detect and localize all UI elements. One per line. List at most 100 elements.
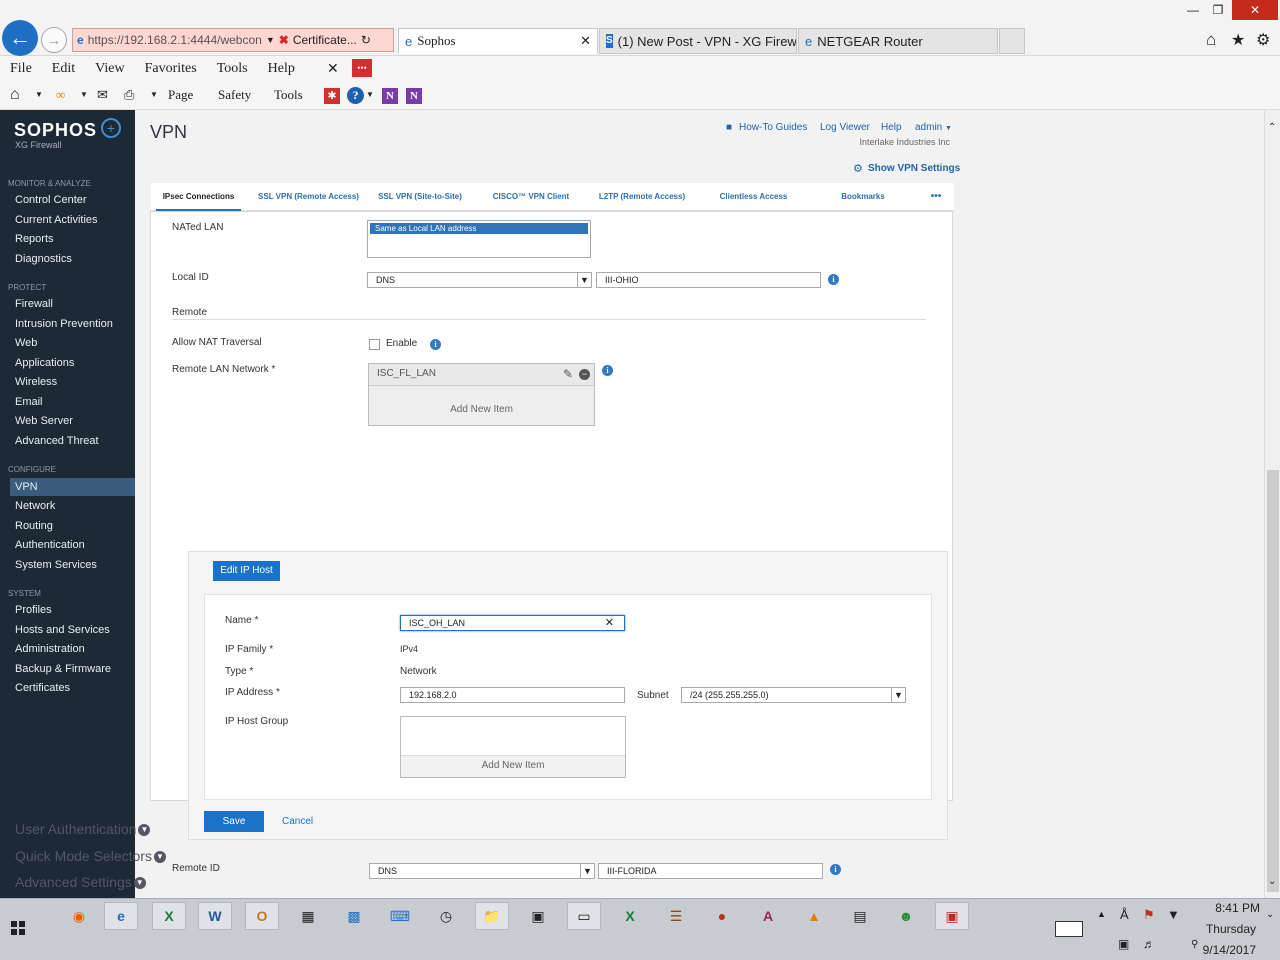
sidebar-item-network[interactable]: Network [0, 497, 135, 515]
maximize-button[interactable]: ❐ [1203, 0, 1233, 20]
new-tab-button[interactable] [999, 28, 1025, 54]
calculator-icon[interactable]: ▦ [291, 902, 325, 930]
tab-bookmarks[interactable]: Bookmarks [823, 183, 903, 211]
outlook-icon[interactable]: O [245, 902, 279, 930]
close-window-button[interactable]: ✕ [1232, 0, 1278, 20]
tab-cisco-vpn-client[interactable]: CISCO™ VPN Client [485, 183, 577, 211]
address-bar[interactable]: e https://192.168.2.1:4444/webcon ▼ ✖ Ce… [72, 28, 394, 52]
tab-ssl-vpn-remote[interactable]: SSL VPN (Remote Access) [256, 183, 361, 211]
scroll-down-icon[interactable]: ⌄ [1268, 876, 1276, 887]
settings-gear-icon[interactable]: ⚙ [1256, 30, 1270, 50]
tab-clientless-access[interactable]: Clientless Access [711, 183, 796, 211]
tab-l2tp[interactable]: L2TP (Remote Access) [591, 183, 693, 211]
keyboard-tool-icon[interactable]: ⌨ [383, 902, 417, 930]
sidebar-item-diagnostics[interactable]: Diagnostics [0, 250, 135, 268]
remote-id-type-select[interactable]: DNS ▼ [369, 863, 595, 879]
page-menu[interactable]: Page [168, 87, 193, 103]
edit-pencil-icon[interactable]: ✎ [563, 367, 573, 381]
save-button[interactable]: Save [204, 811, 264, 832]
menu-edit[interactable]: Edit [52, 61, 75, 77]
extension-icon[interactable]: ••• [352, 59, 372, 77]
ip-address-input[interactable]: 192.168.2.0 [400, 687, 625, 703]
red-app-icon[interactable]: ▣ [935, 902, 969, 930]
sidebar-item-wireless[interactable]: Wireless [0, 373, 135, 391]
show-vpn-settings-link[interactable]: Show VPN Settings [868, 163, 960, 174]
dropdown-icon[interactable]: ▼ [150, 90, 158, 99]
chevron-down-icon[interactable]: ▼ [580, 864, 594, 878]
books-icon[interactable]: ☰ [659, 902, 693, 930]
sidebar-item-web-server[interactable]: Web Server [0, 412, 135, 430]
close-tab-icon[interactable]: ✕ [580, 33, 591, 49]
chevron-down-icon[interactable]: ▼ [945, 125, 952, 132]
sidebar-item-intrusion-prevention[interactable]: Intrusion Prevention [0, 315, 135, 333]
chevron-down-icon[interactable]: ▼ [577, 273, 591, 287]
sidebar-item-control-center[interactable]: Control Center [0, 191, 135, 209]
windows-start-icon[interactable] [11, 921, 25, 935]
volume-icon[interactable]: ♬ [1143, 937, 1155, 951]
file-explorer-icon[interactable]: 📁 [475, 902, 509, 930]
sidebar-item-email[interactable]: Email [0, 393, 135, 411]
local-id-input[interactable]: III-OHIO [596, 272, 821, 288]
help-link[interactable]: Help [881, 122, 902, 133]
tab-more[interactable]: ••• [921, 183, 951, 211]
firefox-icon[interactable]: ◉ [62, 902, 96, 930]
vertical-scrollbar[interactable]: ⌃ ⌄ [1264, 110, 1280, 898]
network-tool-icon[interactable]: ▩ [337, 902, 371, 930]
menu-tools[interactable]: Tools [217, 61, 248, 77]
excel-viewer-icon[interactable]: X [613, 902, 647, 930]
admin-menu[interactable]: admin [915, 122, 942, 133]
sidebar-item-advanced-threat[interactable]: Advanced Threat [0, 432, 135, 450]
excel-icon[interactable]: X [152, 902, 186, 930]
sidebar-item-certificates[interactable]: Certificates [0, 679, 135, 697]
access-icon[interactable]: A [751, 902, 785, 930]
nated-lan-option[interactable]: Same as Local LAN address [370, 223, 588, 234]
print-icon[interactable]: ⎙ [124, 87, 134, 103]
onenote-linked-icon[interactable]: N [406, 88, 422, 104]
dropdown-icon[interactable]: ▼ [366, 90, 374, 99]
sidebar-item-current-activities[interactable]: Current Activities [0, 211, 135, 229]
close-menu-icon[interactable]: ✕ [327, 61, 339, 78]
info-icon[interactable]: i [430, 339, 441, 350]
cancel-button[interactable]: Cancel [282, 816, 313, 827]
clock-date[interactable]: 9/14/2017 [1196, 943, 1256, 957]
gear-icon[interactable]: ⚙ [853, 162, 863, 175]
game-icon[interactable]: ☻ [889, 902, 923, 930]
cert-error-label[interactable]: Certificate... [293, 33, 357, 47]
remote-desktop-icon[interactable]: ▣ [521, 902, 555, 930]
sidebar-item-applications[interactable]: Applications [0, 354, 135, 372]
refresh-icon[interactable]: ↻ [361, 33, 371, 47]
menu-help[interactable]: Help [268, 61, 295, 77]
menu-view[interactable]: View [95, 61, 124, 77]
local-id-type-select[interactable]: DNS ▼ [367, 272, 592, 288]
safety-menu[interactable]: Safety [218, 87, 251, 103]
chevron-down-icon[interactable]: ▼ [153, 851, 166, 864]
advanced-settings-section[interactable]: Advanced Settings ▼ [15, 874, 146, 890]
sidebar-item-routing[interactable]: Routing [0, 517, 135, 535]
bluetooth-icon[interactable]: Å [1120, 907, 1129, 922]
show-hidden-icons[interactable]: ▲ [1097, 909, 1106, 919]
sidebar-item-backup-firmware[interactable]: Backup & Firmware [0, 660, 135, 678]
video-camera-icon[interactable]: ■ [726, 122, 732, 133]
remove-icon[interactable]: − [579, 369, 590, 380]
touch-keyboard-icon[interactable] [1055, 921, 1083, 937]
info-icon[interactable]: i [602, 365, 613, 376]
back-arrow-icon[interactable]: ← [2, 20, 38, 56]
cert-error-icon[interactable]: ✖ [279, 33, 289, 47]
chevron-down-icon[interactable]: ▼ [891, 688, 905, 702]
show-desktop-icon[interactable]: ⌄ [1266, 909, 1274, 920]
add-new-item-button[interactable]: Add New Item [369, 404, 594, 415]
sidebar-item-authentication[interactable]: Authentication [0, 536, 135, 554]
rss-feed-icon[interactable]: ∞ [56, 87, 65, 103]
home-cmd-icon[interactable]: ⌂ [10, 86, 20, 104]
action-center-icon[interactable]: ⚑ [1143, 907, 1155, 923]
wifi-icon[interactable]: ▼ [1167, 907, 1180, 922]
info-icon[interactable]: i [828, 274, 839, 285]
user-authentication-section[interactable]: User Authentication ▼ [15, 821, 151, 837]
scroll-up-icon[interactable]: ⌃ [1268, 122, 1276, 133]
clock-time[interactable]: 8:41 PM [1200, 901, 1260, 915]
sidebar-item-profiles[interactable]: Profiles [0, 601, 135, 619]
clock-day[interactable]: Thursday [1196, 922, 1256, 936]
ie-taskbar-icon[interactable]: e [104, 902, 138, 930]
dropdown-icon[interactable]: ▼ [80, 90, 88, 99]
clock-icon[interactable]: ◷ [429, 902, 463, 930]
